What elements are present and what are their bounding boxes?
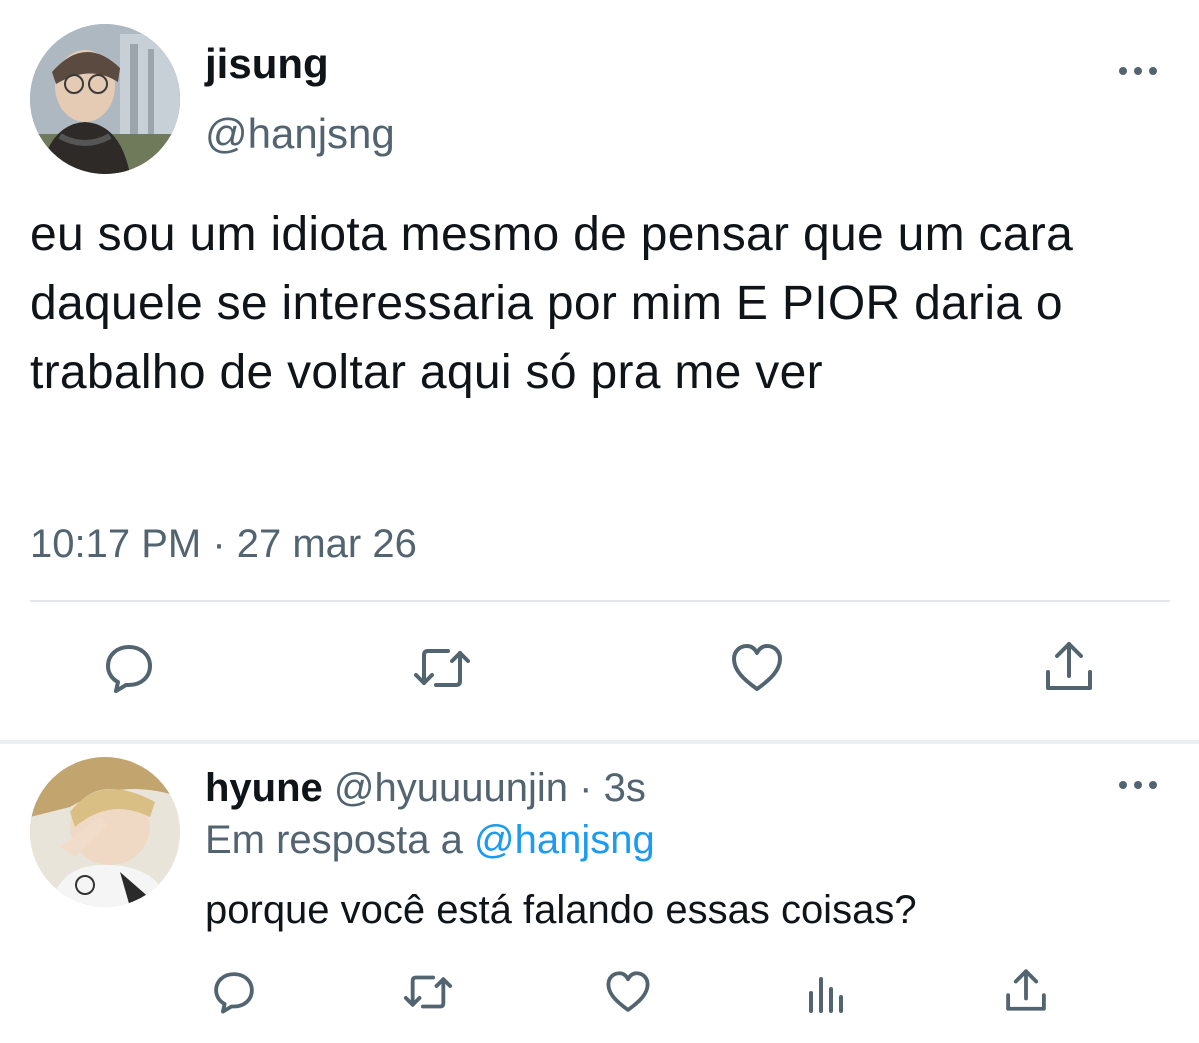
section-divider: [0, 740, 1199, 744]
divider: [30, 600, 1170, 602]
reply-reply-button[interactable]: [206, 964, 262, 1020]
reply-handle-time[interactable]: @hyuuuunjin · 3s: [334, 766, 646, 810]
share-icon: [1006, 969, 1046, 1011]
retweet-icon: [414, 649, 470, 687]
retweet-button[interactable]: [410, 636, 474, 700]
reply-share-button[interactable]: [998, 962, 1054, 1018]
speech-bubble-icon: [214, 972, 254, 1014]
replying-to-label: Em resposta a: [205, 818, 463, 862]
tweet-timestamp[interactable]: 10:17 PM · 27 mar 26: [30, 518, 417, 570]
reply-actions: [0, 960, 1199, 1030]
like-button[interactable]: [725, 636, 789, 700]
reply-text: porque você está falando essas coisas?: [205, 888, 917, 932]
speech-bubble-icon: [106, 645, 152, 693]
reply-display-name[interactable]: hyune: [205, 766, 323, 810]
reply-like-button[interactable]: [600, 964, 656, 1020]
main-tweet: jisung @hanjsng eu sou um idiota mesmo d…: [0, 0, 1199, 740]
reply-analytics-button[interactable]: [798, 966, 854, 1022]
heart-icon: [606, 971, 650, 1012]
display-name[interactable]: jisung: [205, 40, 329, 88]
heart-icon: [732, 644, 782, 691]
reply-avatar[interactable]: [30, 757, 180, 907]
avatar-image: [30, 757, 180, 907]
more-dots-icon: [1119, 781, 1157, 789]
reply-more-options-button[interactable]: [1108, 770, 1168, 800]
reply-header: hyune @hyuuuunjin · 3s: [205, 762, 646, 814]
reply-button[interactable]: [97, 636, 161, 700]
avatar-image: [30, 24, 180, 174]
more-dots-icon: [1119, 67, 1157, 75]
share-button[interactable]: [1037, 634, 1101, 698]
share-icon: [1046, 642, 1092, 690]
replying-to: Em resposta a @hanjsng: [205, 814, 655, 866]
tweet-actions: [0, 630, 1199, 710]
replying-to-mention[interactable]: @hanjsng: [474, 818, 655, 862]
tweet-text: eu sou um idiota mesmo de pensar que um …: [30, 208, 1074, 399]
bar-chart-icon: [809, 977, 843, 1013]
avatar[interactable]: [30, 24, 180, 174]
user-handle[interactable]: @hanjsng: [205, 110, 395, 158]
more-options-button[interactable]: [1108, 56, 1168, 86]
retweet-icon: [403, 975, 453, 1009]
reply-retweet-button[interactable]: [400, 964, 456, 1020]
